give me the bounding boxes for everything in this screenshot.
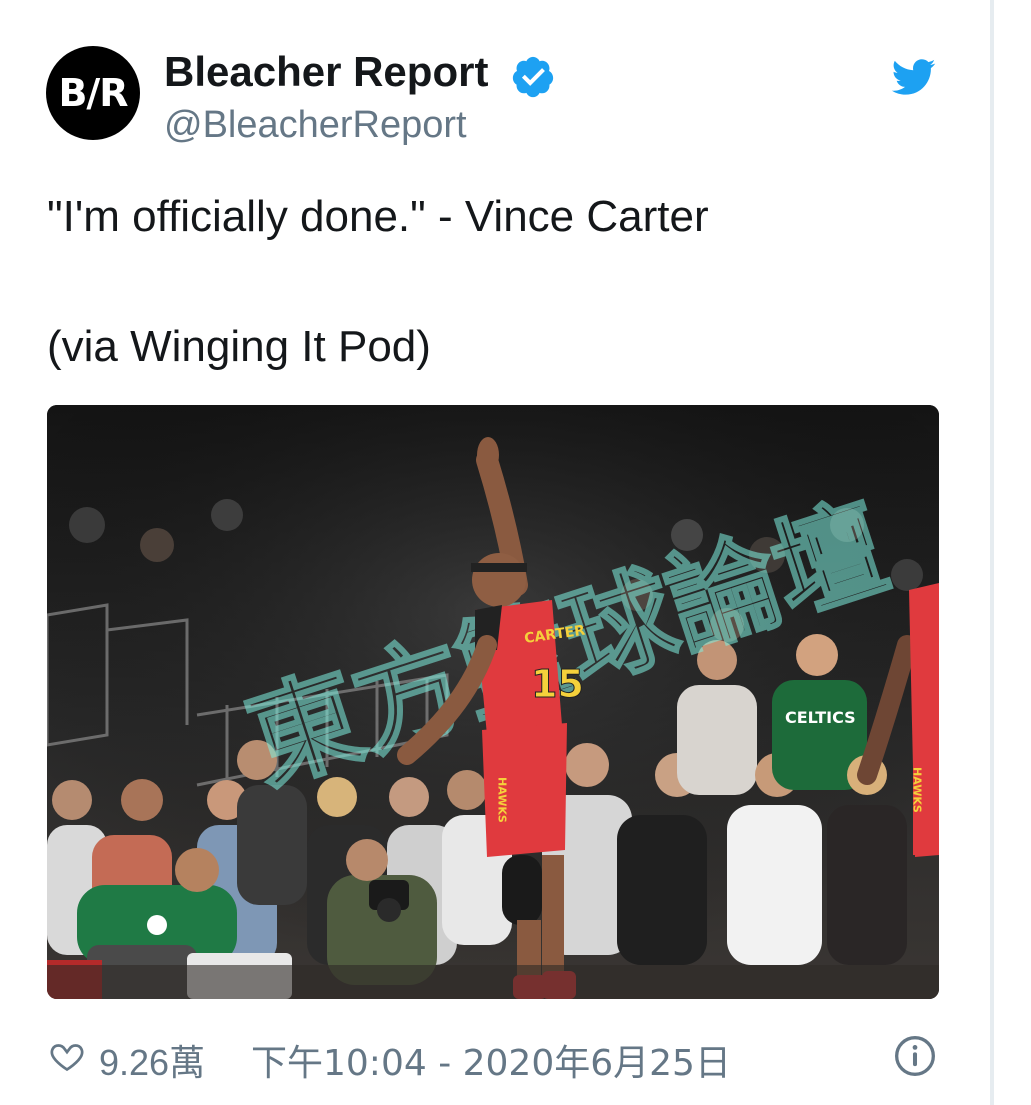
display-name[interactable]: Bleacher Report bbox=[164, 48, 488, 96]
tweet-footer: 9.26萬 下午10:04 - 2020年6月25日 bbox=[47, 1030, 939, 1084]
jersey-number: 15 bbox=[531, 662, 584, 706]
twitter-bird-icon[interactable] bbox=[888, 54, 938, 100]
photo-scene: CELTICS 東方籃球論壇 CARTER 15 HAWKS HAWKS bbox=[47, 405, 939, 999]
verified-badge-icon bbox=[512, 56, 554, 98]
info-icon[interactable] bbox=[893, 1034, 937, 1078]
tweet-text-quote: "I'm officially done." - Vince Carter bbox=[47, 192, 709, 241]
like-count[interactable]: 9.26萬 bbox=[99, 1034, 205, 1086]
heart-icon[interactable] bbox=[47, 1038, 87, 1074]
tweet-timestamp[interactable]: 下午10:04 - 2020年6月25日 bbox=[251, 1034, 731, 1086]
crowd-shirt-text: CELTICS bbox=[785, 708, 856, 727]
timeline-divider bbox=[990, 0, 994, 1105]
user-handle[interactable]: @BleacherReport bbox=[164, 104, 467, 147]
shorts-team-label: HAWKS bbox=[496, 777, 509, 823]
avatar-logo-text: B/R bbox=[58, 71, 128, 115]
tweet-card: B/R Bleacher Report @BleacherReport "I'm… bbox=[0, 0, 990, 1105]
tweet-text-source: (via Winging It Pod) bbox=[47, 322, 431, 371]
tweet-photo[interactable]: CELTICS 東方籃球論壇 CARTER 15 HAWKS HAWKS bbox=[47, 405, 939, 999]
avatar[interactable]: B/R bbox=[46, 46, 140, 140]
teammate-team-label: HAWKS bbox=[911, 767, 924, 813]
